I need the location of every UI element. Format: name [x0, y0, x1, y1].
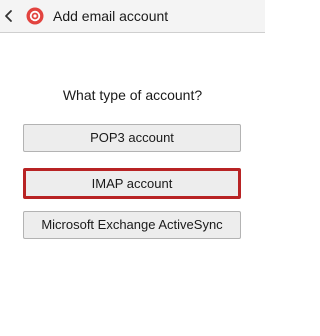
page-title: Add email account	[53, 8, 169, 24]
chevron-left-icon	[5, 10, 12, 22]
pop3-account-button[interactable]: POP3 account	[23, 124, 241, 152]
exchange-activesync-button[interactable]: Microsoft Exchange ActiveSync	[23, 211, 241, 239]
add-email-account-screen: Add email account What type of account? …	[0, 0, 265, 336]
email-app-icon	[26, 7, 44, 25]
imap-account-button[interactable]: IMAP account	[23, 168, 241, 199]
account-type-question: What type of account?	[62, 87, 203, 103]
action-bar: Add email account	[0, 0, 265, 33]
back-button[interactable]	[0, 0, 58, 32]
